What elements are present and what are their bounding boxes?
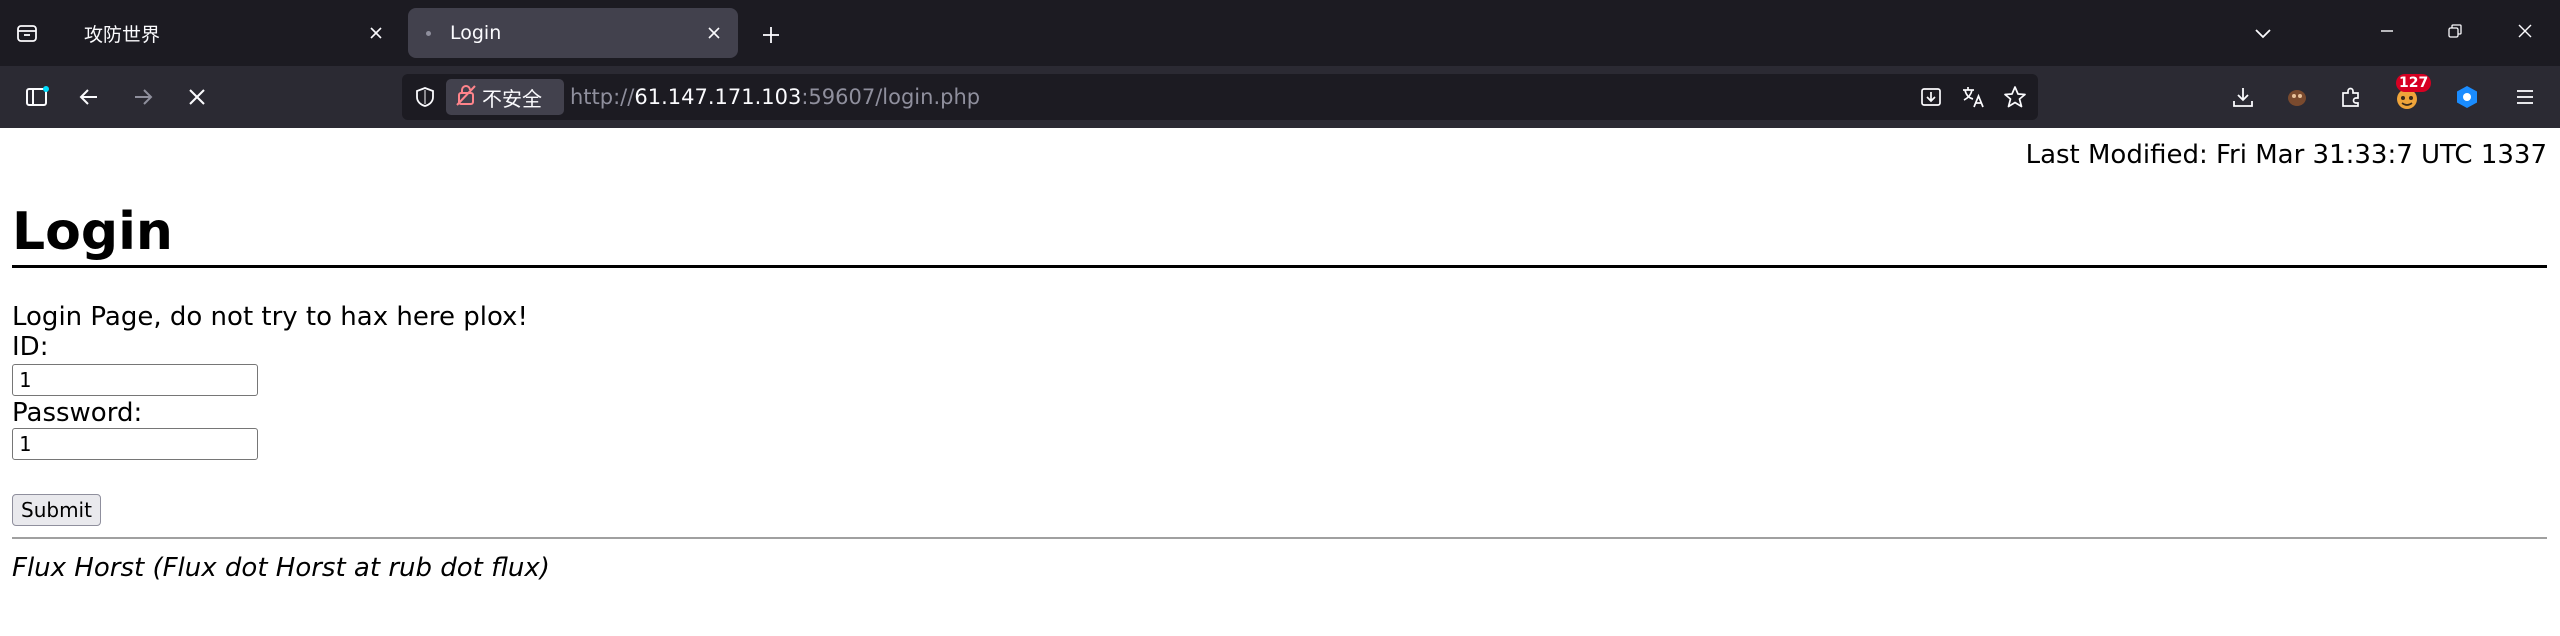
url-host: 61.147.171.103 xyxy=(634,85,802,109)
translate-icon[interactable] xyxy=(1958,82,1988,112)
tab-title: 攻防世界 xyxy=(84,23,161,46)
new-tab-icon[interactable] xyxy=(756,20,786,50)
tab-login[interactable]: Login xyxy=(408,8,738,58)
security-indicator[interactable]: 不安全 xyxy=(446,79,564,115)
tab-strip: 攻防世界 Login xyxy=(0,0,2560,66)
extension-icon[interactable] xyxy=(2280,80,2314,114)
tab-gongfang[interactable]: 攻防世界 xyxy=(66,8,400,58)
password-input[interactable] xyxy=(12,428,258,460)
url-scheme: http:// xyxy=(570,85,635,109)
back-icon[interactable] xyxy=(72,80,106,114)
password-label: Password: xyxy=(12,398,143,428)
page-content: Last Modified: Fri Mar 31:33:7 UTC 1337 … xyxy=(0,128,2560,636)
page-title: Login xyxy=(12,202,173,262)
menu-icon[interactable] xyxy=(2508,80,2542,114)
security-label: 不安全 xyxy=(482,86,542,111)
extension-icon[interactable] xyxy=(2450,80,2484,114)
url-text[interactable]: http://61.147.171.103:59607/login.php xyxy=(570,85,980,109)
submit-button[interactable]: Submit xyxy=(12,494,101,526)
sidebar-icon[interactable] xyxy=(20,80,54,114)
tab-close-icon[interactable] xyxy=(702,21,726,45)
bookmark-star-icon[interactable] xyxy=(2000,82,2030,112)
id-label: ID: xyxy=(12,332,49,362)
url-path: :59607/login.php xyxy=(801,85,981,109)
install-app-icon[interactable] xyxy=(1916,82,1946,112)
address-bar[interactable]: 不安全 http://61.147.171.103:59607/login.ph… xyxy=(402,74,2038,120)
broken-lock-icon xyxy=(456,83,476,112)
footer-text: Flux Horst (Flux dot Horst at rub dot fl… xyxy=(12,553,550,583)
downloads-icon[interactable] xyxy=(2226,80,2260,114)
last-modified-text: Last Modified: Fri Mar 31:33:7 UTC 1337 xyxy=(2025,140,2547,170)
tab-title: Login xyxy=(450,22,502,44)
restore-icon[interactable] xyxy=(2440,16,2470,46)
stop-icon[interactable] xyxy=(180,80,214,114)
forward-icon[interactable] xyxy=(126,80,160,114)
window-close-icon[interactable] xyxy=(2510,16,2540,46)
minimize-icon[interactable] xyxy=(2372,16,2402,46)
list-all-tabs-icon[interactable] xyxy=(2248,18,2278,48)
extensions-puzzle-icon[interactable] xyxy=(2334,80,2368,114)
shield-icon[interactable] xyxy=(410,82,440,112)
title-divider xyxy=(12,265,2547,268)
intro-text: Login Page, do not try to hax here plox! xyxy=(12,302,528,332)
extension-badge: 127 xyxy=(2396,74,2432,92)
tab-list-icon[interactable] xyxy=(12,18,42,48)
id-input[interactable] xyxy=(12,364,258,396)
tab-loading-dot xyxy=(426,31,431,36)
tab-close-icon[interactable] xyxy=(364,21,388,45)
footer-divider xyxy=(12,537,2547,539)
